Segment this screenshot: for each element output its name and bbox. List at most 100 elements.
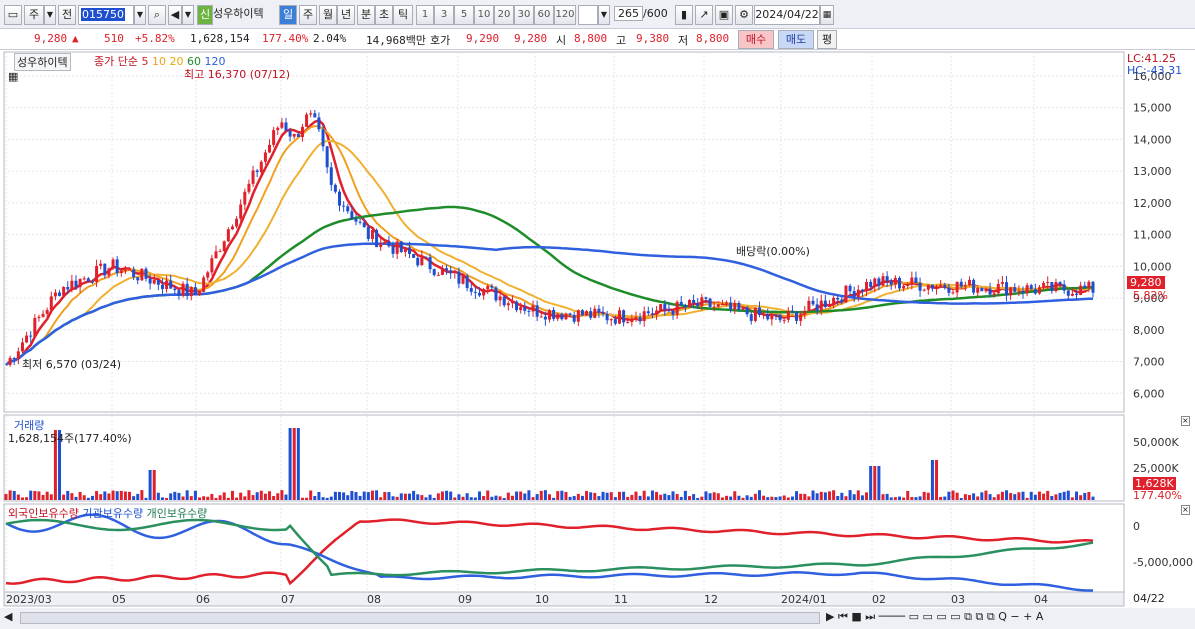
interval-3[interactable]: 3 [434, 5, 454, 25]
candle-body [877, 278, 881, 286]
interval-60[interactable]: 60 [534, 5, 554, 25]
candle-body [869, 281, 873, 288]
period-week[interactable]: 주 [299, 5, 317, 25]
trade-amount: 14,968백만 [366, 34, 426, 47]
speaker-icon[interactable]: ◀ [168, 5, 182, 25]
volume-bar [613, 497, 617, 500]
candle-body [510, 301, 514, 304]
interval-20[interactable]: 20 [494, 5, 514, 25]
candle-body [432, 269, 436, 275]
volume-bar [457, 494, 461, 500]
candle-body [860, 289, 864, 292]
candle-body [576, 310, 580, 322]
scroll-left-icon[interactable]: ◀ [4, 610, 12, 623]
volume-bar [1021, 491, 1025, 500]
interval-30[interactable]: 30 [514, 5, 534, 25]
gear-icon[interactable]: ⚙ [735, 5, 753, 25]
volume-bar [37, 491, 41, 500]
window-icon[interactable]: ▭ [4, 5, 22, 25]
volume-bar [144, 497, 148, 500]
chart-svg[interactable]: 16,00015,00014,00013,00012,00011,00010,0… [0, 50, 1195, 629]
speaker-dropdown-icon[interactable]: ▼ [182, 5, 194, 25]
candle-body [531, 305, 535, 312]
candle-body [152, 279, 156, 284]
stock-code-input[interactable]: 015750 [78, 5, 134, 25]
save-icon[interactable]: ▣ [715, 5, 733, 25]
price-panel-title: 성우하이텍 [14, 53, 71, 71]
candle-body [103, 263, 107, 276]
candle-body [729, 302, 733, 310]
tab-week[interactable]: 주 [24, 5, 44, 25]
candle-body [939, 284, 943, 287]
period-minute[interactable]: 분 [357, 5, 375, 25]
candle-body [45, 310, 49, 314]
tab-all[interactable]: 전 [58, 5, 76, 25]
interval-input[interactable] [578, 5, 598, 25]
candle-body [617, 310, 621, 324]
count-field[interactable]: 265/600 [614, 5, 670, 25]
volume-bar [650, 490, 654, 500]
scrollbar[interactable] [20, 612, 820, 624]
price-tick-label: 13,000 [1133, 165, 1172, 178]
volume-bar [111, 490, 115, 500]
volume-bar [222, 492, 226, 500]
candle-body [852, 291, 856, 298]
candle-body [930, 284, 934, 289]
candle-type-icon[interactable]: ▮ [675, 5, 693, 25]
candle-body [329, 167, 333, 185]
candle-body [445, 268, 449, 271]
date-input[interactable]: 2024/04/22 [754, 5, 820, 25]
volume-bar [630, 494, 634, 500]
volume-close-icon[interactable]: × [1181, 416, 1190, 426]
volume-bar [103, 491, 107, 500]
high-annotation: 최고 16,370 (07/12) [184, 68, 291, 81]
volume-bar [206, 496, 210, 500]
eval-button[interactable]: 평 [817, 30, 837, 49]
period-month[interactable]: 월 [319, 5, 337, 25]
volume-bar [247, 490, 251, 500]
stock-name: 성우하이텍 [213, 7, 264, 20]
volume-bar [1054, 494, 1058, 500]
period-second[interactable]: 초 [375, 5, 393, 25]
volume-bar [720, 497, 724, 500]
candle-body [342, 205, 346, 207]
nav-controls[interactable]: ▶ ⏮ ■ ⏭ ──── ▭ ▭ ▭ ▭ ⧉ ⧉ ⧉ Q − + A [826, 610, 1043, 624]
volume-bar [848, 490, 852, 500]
price-tick-label: 14,000 [1133, 133, 1172, 146]
volume-bar [535, 494, 539, 500]
volume-bar [66, 490, 70, 500]
volume-bar [375, 490, 379, 500]
period-day[interactable]: 일 [279, 5, 297, 25]
candle-body [280, 122, 284, 128]
search-icon[interactable]: ⌕ [148, 5, 166, 25]
interval-1[interactable]: 1 [416, 5, 434, 25]
volume-bar [169, 493, 173, 500]
candle-body [712, 306, 716, 308]
buy-button[interactable]: 매수 [738, 30, 774, 49]
interval-10[interactable]: 10 [474, 5, 494, 25]
sell-button[interactable]: 매도 [778, 30, 814, 49]
volume-bar [1025, 497, 1029, 500]
period-tick[interactable]: 틱 [393, 5, 413, 25]
interval-120[interactable]: 120 [554, 5, 576, 25]
dropdown-icon[interactable]: ▼ [44, 5, 56, 25]
volume-bar [78, 491, 82, 500]
volume-bar [115, 491, 119, 500]
period-year[interactable]: 년 [337, 5, 355, 25]
grid-toggle-icon[interactable]: ▦ [8, 70, 18, 83]
candle-body [115, 259, 119, 274]
interval-5[interactable]: 5 [454, 5, 474, 25]
candle-body [683, 305, 687, 308]
volume-bar [280, 490, 284, 500]
candle-body [943, 284, 947, 288]
volume-bar [181, 496, 185, 500]
volume-bar [198, 497, 202, 500]
code-dropdown-icon[interactable]: ▼ [134, 5, 146, 25]
calendar-icon[interactable]: ▦ [820, 5, 834, 25]
candle-body [539, 316, 543, 318]
last-price-tag: 9,280 [1127, 276, 1165, 289]
volume-bar [893, 497, 897, 500]
holdings-close-icon[interactable]: × [1181, 505, 1190, 515]
interval-dropdown-icon[interactable]: ▼ [598, 5, 610, 25]
indicator-icon[interactable]: ↗ [695, 5, 713, 25]
